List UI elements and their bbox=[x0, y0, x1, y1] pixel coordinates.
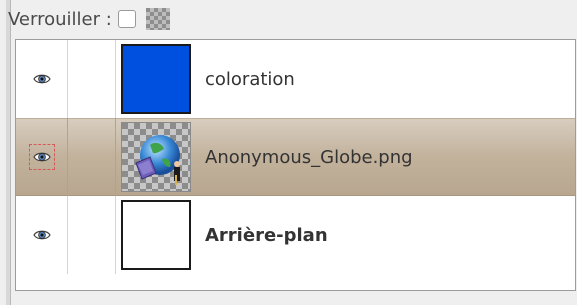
chain-toggle[interactable] bbox=[67, 118, 116, 196]
eye-icon bbox=[28, 144, 55, 170]
layers-list: coloration Anonymous_Globe.png Arrière-p… bbox=[15, 39, 576, 291]
lock-label: Verrouiller : bbox=[8, 8, 112, 30]
visibility-toggle[interactable] bbox=[16, 40, 67, 118]
layer-name[interactable]: coloration bbox=[205, 69, 295, 90]
panel-left-border bbox=[6, 0, 11, 305]
layer-name[interactable]: Arrière-plan bbox=[205, 225, 328, 246]
chain-toggle[interactable] bbox=[67, 196, 116, 274]
visibility-toggle[interactable] bbox=[16, 196, 67, 274]
layer-name[interactable]: Anonymous_Globe.png bbox=[205, 147, 413, 168]
layer-row-anonymous-globe[interactable]: Anonymous_Globe.png bbox=[16, 118, 575, 196]
layer-thumbnail bbox=[121, 122, 191, 192]
visibility-toggle[interactable] bbox=[16, 118, 67, 196]
layer-row-coloration[interactable]: coloration bbox=[16, 40, 575, 118]
alpha-lock-icon[interactable] bbox=[145, 8, 170, 30]
eye-icon bbox=[29, 222, 55, 248]
layer-row-arriere-plan[interactable]: Arrière-plan bbox=[16, 196, 575, 274]
layer-thumbnail bbox=[121, 200, 191, 270]
eye-icon bbox=[29, 66, 55, 92]
globe-image-icon bbox=[135, 135, 180, 185]
lock-pixels-checkbox[interactable] bbox=[117, 10, 136, 28]
layer-thumbnail bbox=[121, 44, 191, 114]
chain-toggle[interactable] bbox=[67, 40, 116, 118]
list-empty-area bbox=[16, 274, 575, 290]
lock-bar: Verrouiller : bbox=[8, 0, 570, 38]
